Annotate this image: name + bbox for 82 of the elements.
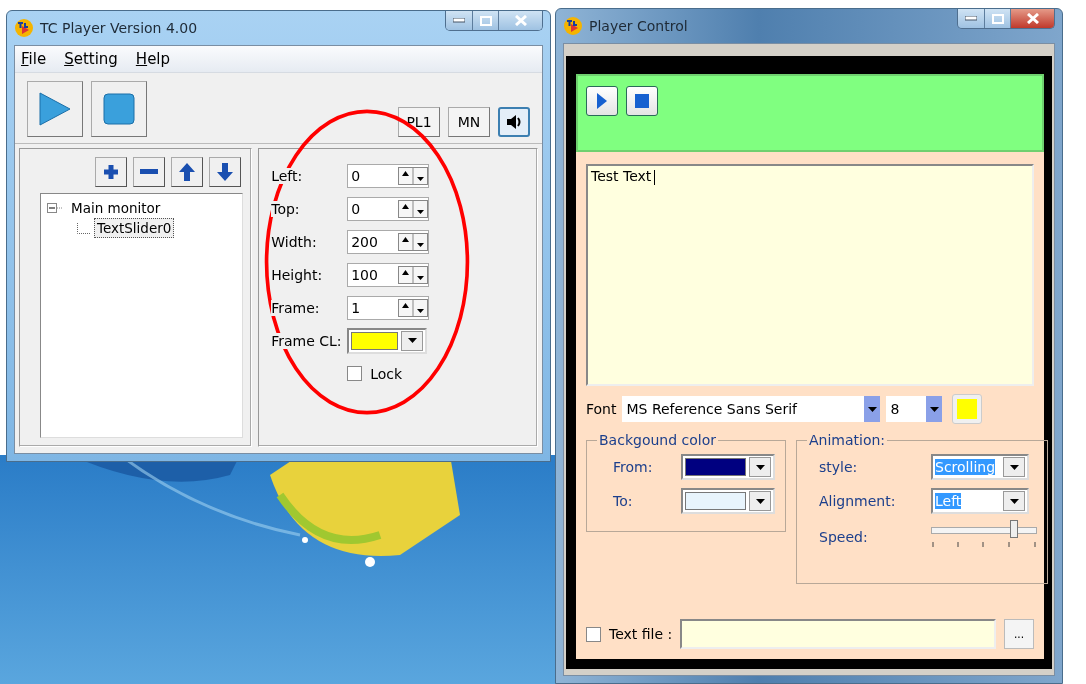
window-title: Player Control [589,18,689,34]
close-icon [1026,13,1039,24]
play-icon [37,91,73,127]
menu-item[interactable]: Help [135,50,171,68]
selected-value: Left [935,493,962,509]
checkbox[interactable] [347,366,363,381]
color-picker[interactable] [347,327,428,354]
close-button[interactable] [1010,9,1054,28]
file-path-field[interactable] [680,619,996,649]
tree-connector-icon [77,222,91,234]
font-label: Font [586,401,617,417]
tree-item[interactable]: Main monitor [68,198,164,218]
spin-field[interactable]: 0 [347,196,430,221]
remove-button[interactable] [133,157,166,187]
spin-arrows-icon[interactable] [398,298,429,317]
checkbox[interactable] [586,626,601,642]
close-icon [514,15,527,26]
arrow-down-icon [217,163,234,181]
maximize-button[interactable] [984,9,1010,28]
field-label: style: [818,459,859,475]
slider-ticks-icon [931,542,1037,548]
dropdown-arrow-icon [755,464,765,470]
color-picker[interactable] [681,488,775,514]
checkbox-label: Lock [370,365,403,382]
stop-icon [103,93,135,125]
spin-field[interactable]: 100 [347,262,430,287]
plus-icon [103,164,120,180]
spin-arrows-icon[interactable] [398,232,429,251]
arrow-up-icon [179,163,196,181]
close-button[interactable] [498,11,542,30]
field-label: Alignment: [818,493,897,509]
stop-button[interactable] [626,86,658,116]
spin-field[interactable]: 1 [347,295,430,320]
spin-field[interactable]: 200 [347,229,430,254]
speaker-icon [506,115,522,129]
play-icon [597,93,607,109]
menu-item[interactable]: File [21,50,47,68]
slider-thumb[interactable] [1009,520,1018,538]
toolbar-button[interactable]: MN [448,107,490,137]
checkbox-label: Text file : [609,626,673,642]
dropdown-arrow-icon [755,498,765,504]
dropdown-arrow-icon [868,406,877,412]
menu-item[interactable]: Setting [64,50,118,68]
browse-button[interactable]: ... [1004,619,1034,649]
text-input-area[interactable]: Test Text [586,164,1034,386]
spin-field[interactable]: 0 [347,163,430,188]
app-logo-icon [14,18,34,38]
color-label: To: [612,493,634,509]
stop-button[interactable] [91,81,147,137]
add-button[interactable] [95,157,128,187]
spin-arrows-icon[interactable] [398,265,429,284]
minimize-button[interactable] [958,9,984,28]
maximize-icon [479,15,492,26]
field-label: Speed: [818,529,869,545]
group-title: Animation: [808,432,887,448]
window-title: TC Player Version 4.00 [40,20,199,36]
app-logo-icon [563,16,583,36]
spin-arrows-icon[interactable] [398,199,429,218]
play-button[interactable] [586,86,618,116]
dropdown-arrow-icon [1009,464,1019,470]
maximize-icon [991,13,1004,24]
minimize-icon [453,18,465,23]
font-dropdown[interactable]: MS Reference Sans Serif [622,396,881,422]
maximize-button[interactable] [472,11,498,30]
color-label: From: [612,459,654,475]
minimize-icon [965,16,977,21]
tree-item[interactable]: TextSlider0 [94,218,175,238]
play-button[interactable] [27,81,83,137]
dropdown-arrow-icon [930,406,939,412]
dropdown-arrow-icon [407,338,417,343]
minimize-button[interactable] [446,11,472,30]
move-down-button[interactable] [209,157,242,187]
group-title: Backgound color [598,432,717,448]
stop-icon [635,94,649,108]
collapse-icon[interactable] [47,203,65,213]
minus-icon [140,169,159,175]
spin-arrows-icon[interactable] [398,166,429,185]
font-size-dropdown[interactable]: 8 [886,396,943,422]
color-picker[interactable] [681,454,775,480]
speaker-button[interactable] [498,107,530,137]
move-up-button[interactable] [171,157,204,187]
dropdown-arrow-icon [1009,498,1019,504]
